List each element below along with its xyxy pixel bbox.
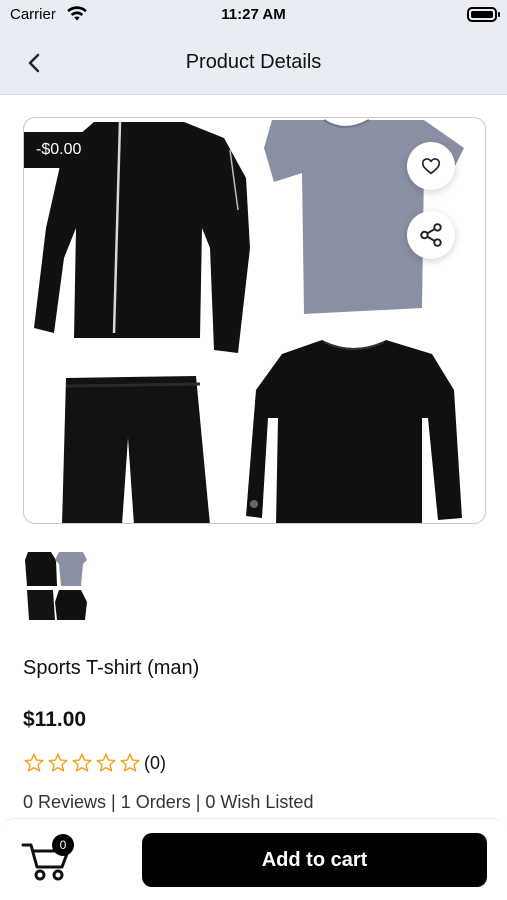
product-stats: 0 Reviews | 1 Orders | 0 Wish Listed xyxy=(23,792,314,812)
star-icon xyxy=(120,753,140,772)
rating-row: (0) xyxy=(23,751,166,775)
star-icon xyxy=(48,753,68,772)
share-icon xyxy=(420,223,442,247)
heart-icon xyxy=(421,158,441,175)
bottom-action-bar: 0 Add to cart xyxy=(0,818,507,900)
product-price: $11.00 xyxy=(23,708,87,731)
navigation-bar: Product Details xyxy=(0,32,507,95)
page-title: Product Details xyxy=(185,51,322,73)
cart-count-badge: 0 xyxy=(52,834,74,856)
thumbnail-image xyxy=(25,552,87,620)
star-icon xyxy=(96,753,116,772)
rating-count: (0) xyxy=(144,752,166,773)
battery-icon xyxy=(467,7,500,22)
add-to-cart-button[interactable]: Add to cart xyxy=(142,833,487,887)
discount-badge: -$0.00 xyxy=(24,132,94,168)
clock-time: 11:27 AM xyxy=(221,6,286,23)
product-thumbnail[interactable] xyxy=(23,550,89,622)
star-icon xyxy=(24,753,44,772)
share-button[interactable] xyxy=(407,211,455,259)
star-icon xyxy=(72,753,92,772)
product-name: Sports T-shirt (man) xyxy=(23,657,200,679)
product-image-card[interactable]: -$0.00 xyxy=(23,117,486,524)
wishlist-button[interactable] xyxy=(407,142,455,190)
status-bar: Carrier 11:27 AM xyxy=(0,0,507,32)
